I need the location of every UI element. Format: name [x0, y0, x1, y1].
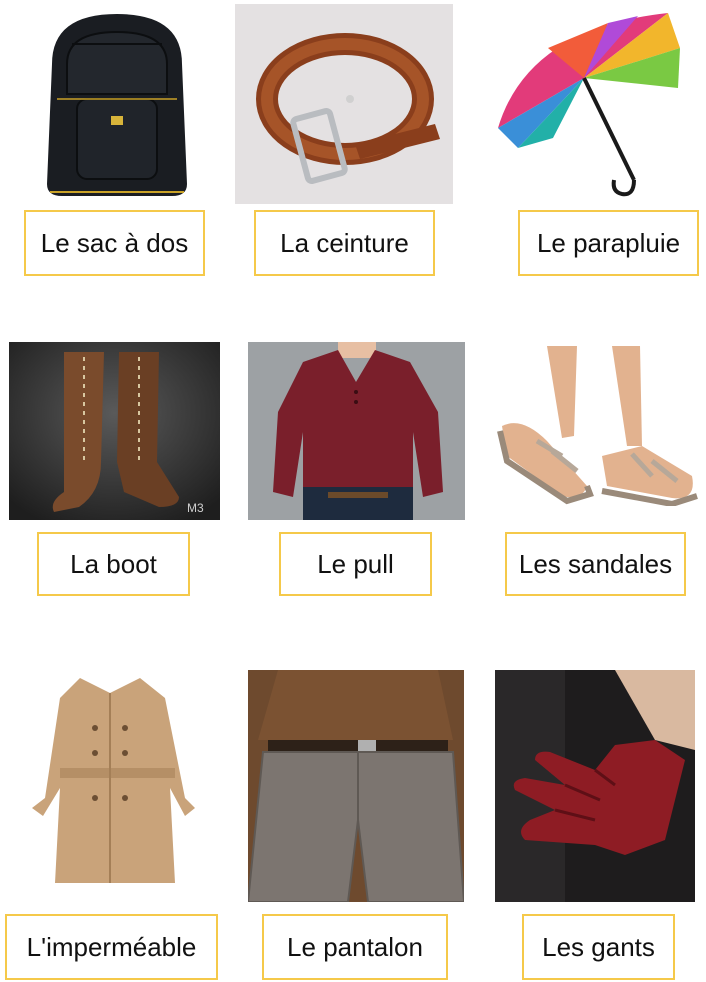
label-backpack: Le sac à dos: [24, 210, 205, 276]
umbrella-image: [488, 8, 680, 198]
trousers-image: [248, 670, 464, 902]
label-raincoat: L'imperméable: [5, 914, 218, 980]
label-boots: La boot: [37, 532, 190, 596]
label-gloves: Les gants: [522, 914, 675, 980]
label-belt: La ceinture: [254, 210, 435, 276]
gloves-image: [495, 670, 695, 902]
boots-image: M3: [9, 342, 220, 520]
trenchcoat-image: [10, 668, 218, 900]
sandals-image: [492, 346, 698, 506]
belt-image: [235, 4, 453, 204]
label-sweater: Le pull: [279, 532, 432, 596]
watermark: M3: [187, 501, 204, 515]
label-umbrella: Le parapluie: [518, 210, 699, 276]
backpack-image: [12, 4, 222, 204]
label-trousers: Le pantalon: [262, 914, 448, 980]
label-sandals: Les sandales: [505, 532, 686, 596]
sweater-image: [248, 342, 465, 520]
